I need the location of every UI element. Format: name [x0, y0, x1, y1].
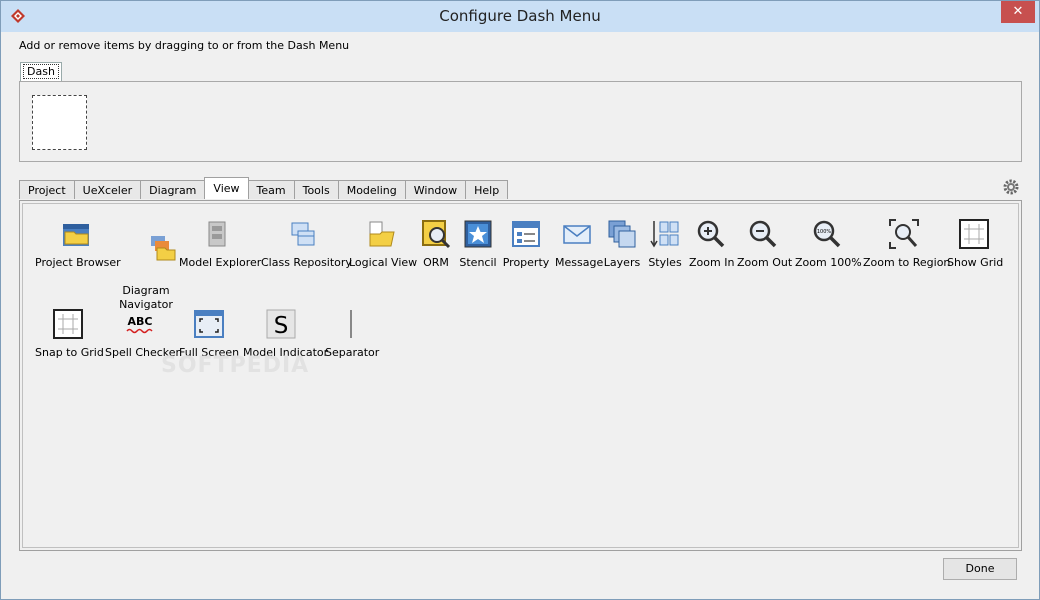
tab-tools[interactable]: Tools	[293, 180, 339, 199]
item-label: Class Repository	[261, 256, 352, 269]
tab-window[interactable]: Window	[404, 180, 467, 199]
item-label: Zoom to Region	[863, 256, 951, 269]
done-button[interactable]: Done	[943, 558, 1017, 580]
gear-icon[interactable]	[1002, 178, 1020, 196]
tab-uexceler[interactable]: UeXceler	[73, 180, 142, 199]
item-label: Show Grid	[947, 256, 1004, 269]
item-label: Logical View	[349, 256, 418, 269]
item-separator[interactable]: Separator	[325, 308, 380, 360]
item-label: Zoom In	[689, 256, 735, 269]
item-show-grid[interactable]: Show Grid	[947, 218, 1004, 270]
item-layers[interactable]: Layers	[603, 218, 641, 270]
item-label: Zoom Out	[737, 256, 793, 269]
item-logical-view[interactable]: Logical View	[349, 218, 418, 270]
item-label: Project Browser	[35, 256, 121, 269]
dialog-window: Configure Dash Menu Add or remove items …	[0, 0, 1040, 600]
message-icon	[563, 225, 591, 244]
item-zoom-in[interactable]: Zoom In	[689, 218, 735, 270]
stencil-icon	[464, 220, 492, 248]
watermark: SOFTPEDIA	[161, 353, 310, 378]
diagram-navigator-icon	[150, 236, 176, 261]
item-stencil[interactable]: Stencil	[459, 218, 497, 270]
title-bar[interactable]: Configure Dash Menu	[1, 1, 1039, 32]
item-label: ORM	[423, 256, 449, 269]
item-zoom-out[interactable]: Zoom Out	[737, 218, 793, 270]
show-grid-icon	[959, 219, 989, 249]
zoom-100-icon: 100%	[813, 220, 841, 248]
tab-team[interactable]: Team	[247, 180, 295, 199]
zoom-out-icon	[749, 220, 777, 248]
item-label: Property	[502, 256, 550, 269]
property-icon	[512, 221, 540, 247]
item-label: Stencil	[459, 256, 497, 269]
project-browser-icon	[63, 224, 89, 246]
tab-dash[interactable]: Dash	[20, 62, 62, 81]
zoom-region-icon	[889, 219, 919, 249]
item-label: Zoom 100%	[795, 256, 862, 269]
tab-project[interactable]: Project	[19, 180, 75, 199]
dash-drop-target[interactable]	[32, 95, 87, 150]
full-screen-icon	[194, 310, 224, 338]
tab-help[interactable]: Help	[465, 180, 509, 199]
spell-checker-icon-text: ABC	[128, 315, 153, 328]
window-title: Configure Dash Menu	[439, 7, 601, 25]
layers-icon	[608, 220, 636, 248]
zoom-in-icon	[697, 220, 725, 248]
item-message[interactable]: Message	[555, 218, 604, 270]
item-label: Model Explorer	[179, 256, 262, 269]
item-label: Layers	[603, 256, 641, 269]
item-project-browser[interactable]: Project Browser	[35, 218, 121, 270]
item-class-repository[interactable]: Class Repository	[261, 218, 352, 270]
item-label: Message	[555, 256, 604, 269]
item-property[interactable]: Property	[501, 218, 551, 270]
dash-menu-area[interactable]	[19, 81, 1022, 162]
logical-view-icon	[369, 221, 395, 247]
class-repository-icon	[291, 222, 315, 246]
snap-grid-icon	[53, 309, 83, 339]
zoom-100-icon-text: 100%	[817, 229, 832, 235]
item-styles[interactable]: Styles	[647, 218, 683, 270]
instruction-text: Add or remove items by dragging to or fr…	[19, 39, 350, 52]
item-orm[interactable]: ORM	[419, 218, 453, 270]
styles-icon	[650, 221, 679, 248]
model-indicator-icon: S	[266, 309, 296, 339]
orm-icon	[422, 220, 451, 249]
model-explorer-icon	[208, 221, 226, 247]
tab-diagram[interactable]: Diagram	[140, 180, 206, 199]
item-label: Separator	[325, 346, 380, 359]
tab-modeling[interactable]: Modeling	[337, 180, 406, 199]
item-label: Styles	[648, 256, 682, 269]
tab-view[interactable]: View	[204, 177, 249, 199]
item-model-explorer[interactable]: Model Explorer	[179, 218, 262, 270]
item-zoom-to-region[interactable]: Zoom to Region	[863, 218, 951, 270]
item-zoom-100[interactable]: 100% Zoom 100%	[795, 218, 862, 270]
spell-checker-icon: ABC	[126, 315, 153, 334]
category-tabs: Project UeXceler Diagram View Team Tools…	[19, 177, 509, 200]
item-snap-to-grid[interactable]: Snap to Grid	[35, 308, 104, 360]
model-indicator-icon-text: S	[274, 313, 289, 339]
dash-tab-label: Dash	[23, 64, 59, 79]
separator-icon	[350, 310, 352, 338]
close-button[interactable]	[1001, 1, 1035, 23]
item-label: Snap to Grid	[35, 346, 104, 359]
